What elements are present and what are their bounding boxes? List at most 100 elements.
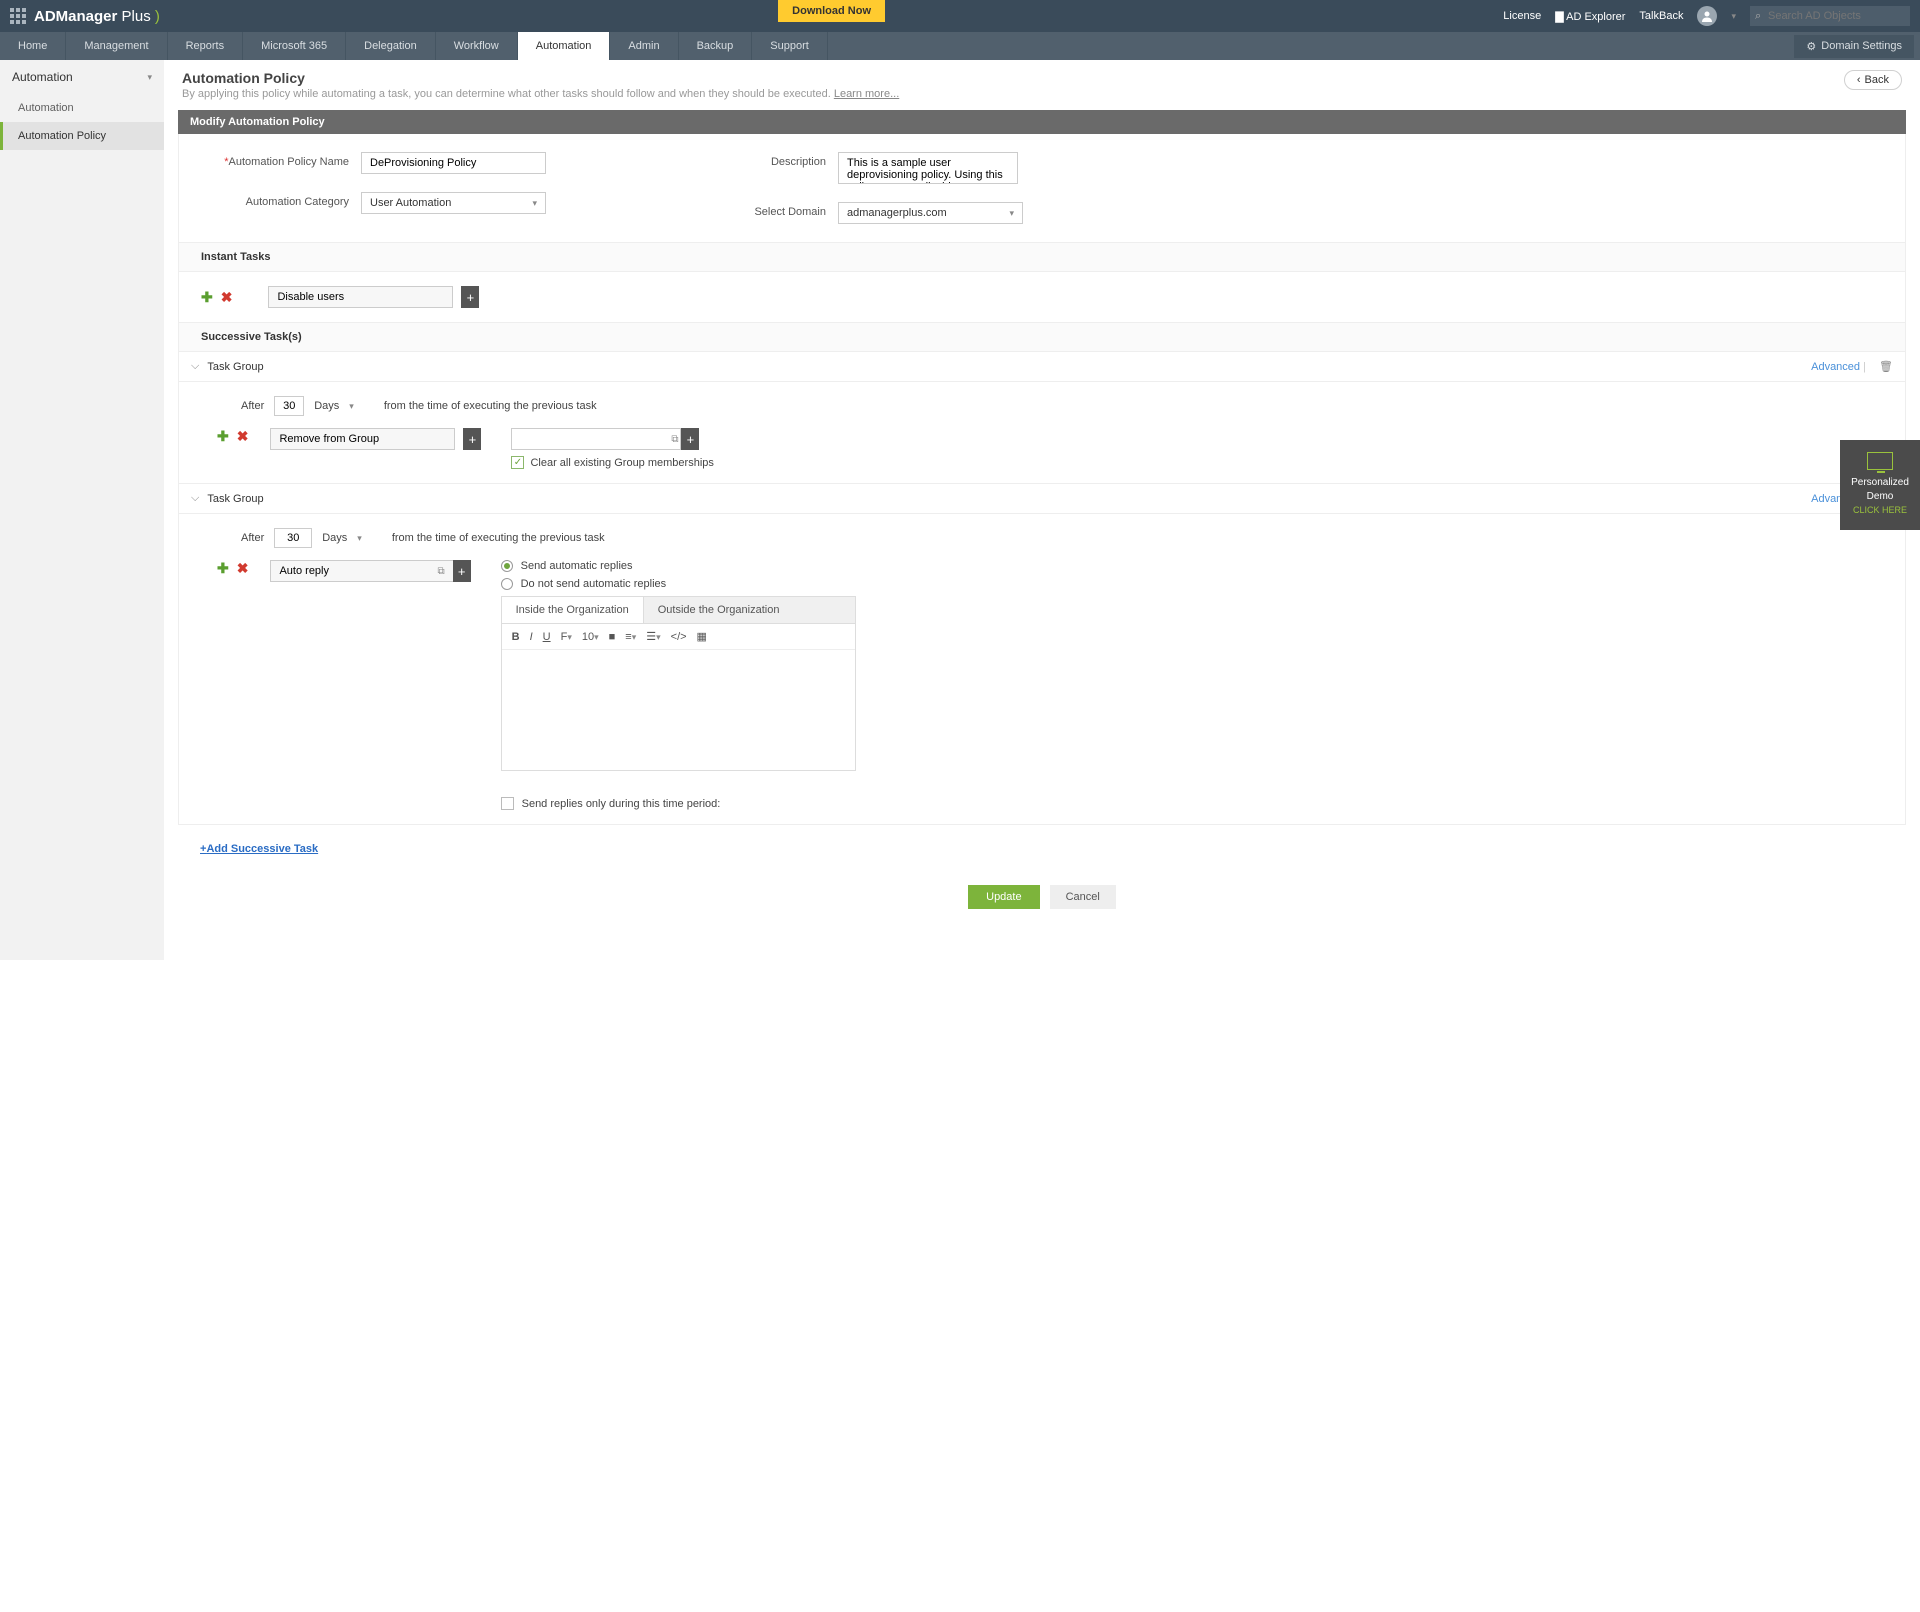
time-period-checkbox[interactable] — [501, 797, 514, 810]
tab-management[interactable]: Management — [66, 32, 167, 60]
days-input-2[interactable] — [274, 528, 312, 548]
tab-admin[interactable]: Admin — [610, 32, 678, 60]
task-group-2-header: ⌵Task Group Advanced | 🗑 — [178, 484, 1906, 514]
clear-memberships-checkbox[interactable]: ✓ — [511, 456, 524, 469]
table-icon[interactable]: ▦ — [697, 630, 707, 643]
description-label: Description — [686, 152, 826, 168]
collapse-icon[interactable]: ⌵ — [191, 360, 199, 373]
learn-more-link[interactable]: Learn more... — [834, 88, 899, 100]
add-member-button[interactable]: + — [681, 428, 699, 450]
description-textarea[interactable]: This is a sample user deprovisioning pol… — [838, 152, 1018, 184]
search-input[interactable] — [1750, 6, 1910, 26]
color-icon[interactable]: ■ — [609, 631, 616, 643]
product-logo: ADManager Plus ) — [34, 8, 160, 25]
task-1-input[interactable] — [270, 428, 455, 450]
tab-inside-org[interactable]: Inside the Organization — [502, 597, 644, 623]
font-icon[interactable]: F▾ — [561, 631, 572, 643]
editor-textarea[interactable] — [502, 650, 855, 770]
page-subtitle: By applying this policy while automating… — [182, 88, 899, 100]
font-size-select[interactable]: 10▾ — [582, 631, 599, 643]
no-replies-label: Do not send automatic replies — [521, 578, 667, 590]
timing-text: from the time of executing the previous … — [392, 532, 605, 544]
list-icon[interactable]: ☰▾ — [646, 630, 660, 643]
top-bar: ADManager Plus ) Download Now License ▇ … — [0, 0, 1920, 32]
remove-task-2-icon[interactable]: ✖ — [237, 560, 249, 577]
search-icon: ⌕ — [1755, 10, 1761, 23]
tab-outside-org[interactable]: Outside the Organization — [644, 597, 794, 623]
time-period-label: Send replies only during this time perio… — [522, 798, 721, 810]
gear-icon: ⚙ — [1806, 40, 1816, 53]
demo-text: Personalized Demo — [1850, 476, 1910, 504]
add-task-2-icon[interactable]: ✚ — [217, 560, 229, 577]
days-label: Days — [314, 400, 339, 412]
download-now-button[interactable]: Download Now — [778, 0, 885, 22]
tab-support[interactable]: Support — [752, 32, 828, 60]
apps-icon[interactable] — [10, 8, 26, 24]
demo-cta-link[interactable]: CLICK HERE — [1853, 505, 1907, 515]
task-1-plus-button[interactable]: + — [463, 428, 481, 450]
chevron-down-icon: ▾ — [1009, 208, 1014, 219]
ad-explorer-link[interactable]: ▇ AD Explorer — [1555, 10, 1625, 23]
user-avatar-icon[interactable] — [1697, 6, 1717, 26]
picker-icon[interactable]: ⧉ — [437, 566, 444, 577]
add-task-1-icon[interactable]: ✚ — [217, 428, 229, 445]
chevron-left-icon: ‹ — [1857, 74, 1861, 86]
cancel-button[interactable]: Cancel — [1050, 885, 1116, 909]
days-label: Days — [322, 532, 347, 544]
group-members-input[interactable]: ⧉ — [511, 428, 681, 450]
collapse-icon[interactable]: ⌵ — [191, 492, 199, 505]
reply-editor: Inside the Organization Outside the Orga… — [501, 596, 856, 771]
user-menu-caret-icon[interactable]: ▾ — [1731, 11, 1736, 22]
code-icon[interactable]: </> — [671, 631, 687, 643]
tab-home[interactable]: Home — [0, 32, 66, 60]
tab-delegation[interactable]: Delegation — [346, 32, 436, 60]
talkback-link[interactable]: TalkBack — [1639, 10, 1683, 22]
policy-name-input[interactable] — [361, 152, 546, 174]
remove-task-1-icon[interactable]: ✖ — [237, 428, 249, 445]
sidebar-item-automation-policy[interactable]: Automation Policy — [0, 122, 164, 150]
italic-icon[interactable]: I — [530, 631, 533, 643]
days-dropdown-icon[interactable]: ▾ — [357, 533, 362, 544]
category-label: Automation Category — [209, 192, 349, 208]
instant-task-plus-button[interactable]: + — [461, 286, 479, 308]
advanced-link-1[interactable]: Advanced — [1811, 361, 1860, 373]
category-select[interactable]: User Automation▾ — [361, 192, 546, 214]
after-label: After — [241, 532, 264, 544]
align-icon[interactable]: ≡▾ — [625, 631, 636, 643]
tab-backup[interactable]: Backup — [679, 32, 753, 60]
license-link[interactable]: License — [1503, 10, 1541, 22]
sidebar-section-automation[interactable]: Automation▾ — [0, 60, 164, 94]
underline-icon[interactable]: U — [543, 631, 551, 643]
delete-group-1-icon[interactable]: 🗑 — [1879, 361, 1893, 373]
back-button[interactable]: ‹Back — [1844, 70, 1902, 90]
tab-reports[interactable]: Reports — [168, 32, 244, 60]
sidebar-item-automation[interactable]: Automation — [0, 94, 164, 122]
clear-memberships-label: Clear all existing Group memberships — [530, 457, 713, 469]
section-header: Modify Automation Policy — [178, 110, 1906, 134]
days-dropdown-icon[interactable]: ▾ — [349, 401, 354, 412]
timing-text: from the time of executing the previous … — [384, 400, 597, 412]
add-successive-task-link[interactable]: +Add Successive Task — [200, 843, 318, 855]
send-replies-radio[interactable] — [501, 560, 513, 572]
tab-microsoft365[interactable]: Microsoft 365 — [243, 32, 346, 60]
demo-callout[interactable]: Personalized Demo CLICK HERE — [1840, 440, 1920, 530]
task-2-plus-button[interactable]: + — [453, 560, 471, 582]
tab-automation[interactable]: Automation — [518, 32, 611, 60]
sidebar: Automation▾ Automation Automation Policy — [0, 60, 164, 960]
no-replies-radio[interactable] — [501, 578, 513, 590]
after-label: After — [241, 400, 264, 412]
policy-name-label: *Automation Policy Name — [209, 152, 349, 168]
add-instant-task-icon[interactable]: ✚ — [201, 289, 213, 306]
tab-workflow[interactable]: Workflow — [436, 32, 518, 60]
monitor-icon — [1867, 452, 1893, 470]
remove-instant-task-icon[interactable]: ✖ — [221, 289, 233, 306]
task-2-input[interactable] — [270, 560, 455, 582]
picker-icon[interactable]: ⧉ — [671, 434, 678, 445]
instant-task-input[interactable] — [268, 286, 453, 308]
domain-settings-button[interactable]: ⚙Domain Settings — [1794, 35, 1914, 58]
update-button[interactable]: Update — [968, 885, 1039, 909]
bold-icon[interactable]: B — [512, 631, 520, 643]
successive-tasks-header: Successive Task(s) — [178, 323, 1906, 352]
domain-select[interactable]: admanagerplus.com▾ — [838, 202, 1023, 224]
days-input-1[interactable] — [274, 396, 304, 416]
